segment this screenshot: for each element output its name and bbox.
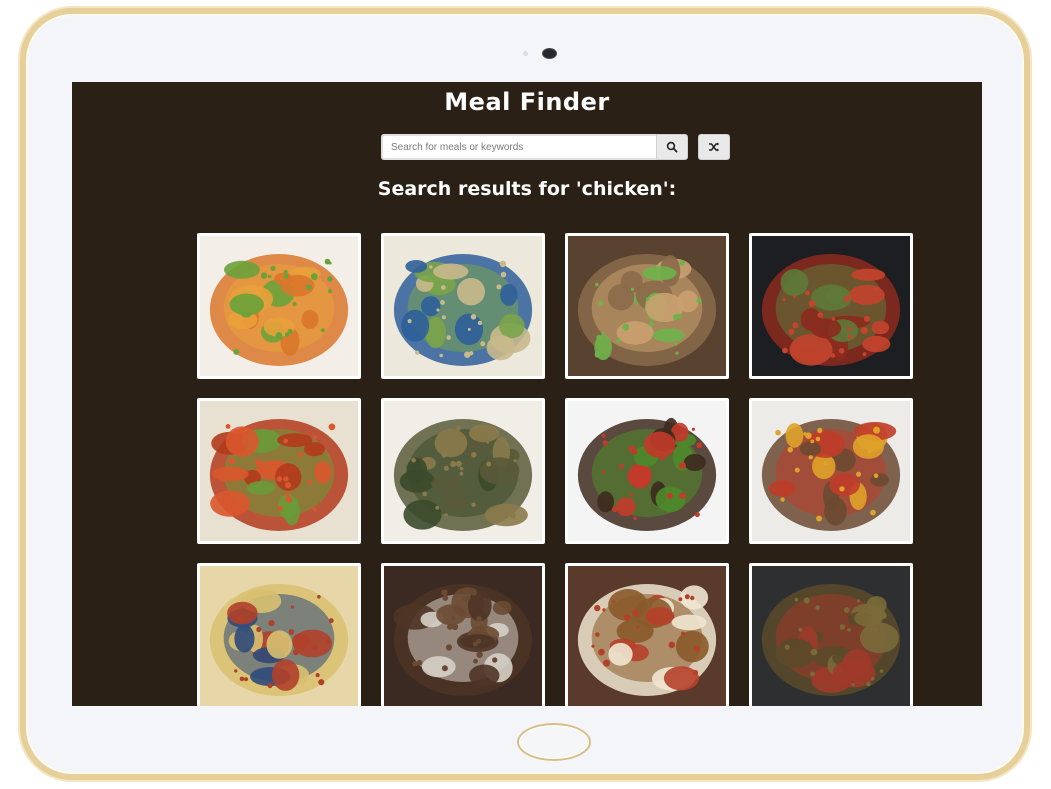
- meal-image: [384, 566, 542, 706]
- meal-results-grid: [197, 233, 913, 706]
- meal-card[interactable]: [749, 563, 913, 706]
- meal-card[interactable]: [381, 563, 545, 706]
- camera-sensor: [523, 51, 528, 56]
- meal-image: [384, 401, 542, 541]
- meal-card[interactable]: [749, 233, 913, 379]
- meal-card[interactable]: [197, 563, 361, 706]
- meal-image: [200, 401, 358, 541]
- page-title: Meal Finder: [444, 88, 610, 116]
- meal-image: [568, 566, 726, 706]
- app-screen: Meal Finder Search results for 'chicken'…: [72, 82, 982, 706]
- meal-card[interactable]: [197, 398, 361, 544]
- meal-image: [568, 401, 726, 541]
- shuffle-icon: [709, 142, 719, 152]
- meal-card[interactable]: [381, 398, 545, 544]
- meal-card[interactable]: [565, 398, 729, 544]
- results-heading: Search results for 'chicken':: [377, 178, 677, 200]
- search-icon: [666, 141, 678, 153]
- camera-lens: [543, 49, 556, 58]
- front-camera: [523, 48, 556, 58]
- meal-card[interactable]: [565, 233, 729, 379]
- search-input[interactable]: [381, 134, 656, 160]
- meal-image: [568, 236, 726, 376]
- meal-card[interactable]: [381, 233, 545, 379]
- meal-image: [200, 236, 358, 376]
- meal-image: [752, 566, 910, 706]
- meal-card[interactable]: [197, 233, 361, 379]
- meal-image: [752, 236, 910, 376]
- meal-image: [752, 401, 910, 541]
- meal-card[interactable]: [565, 563, 729, 706]
- meal-card[interactable]: [749, 398, 913, 544]
- search-button[interactable]: [656, 134, 688, 160]
- home-button[interactable]: [517, 723, 591, 761]
- meal-image: [200, 566, 358, 706]
- random-meal-button[interactable]: [698, 134, 730, 160]
- meal-image: [384, 236, 542, 376]
